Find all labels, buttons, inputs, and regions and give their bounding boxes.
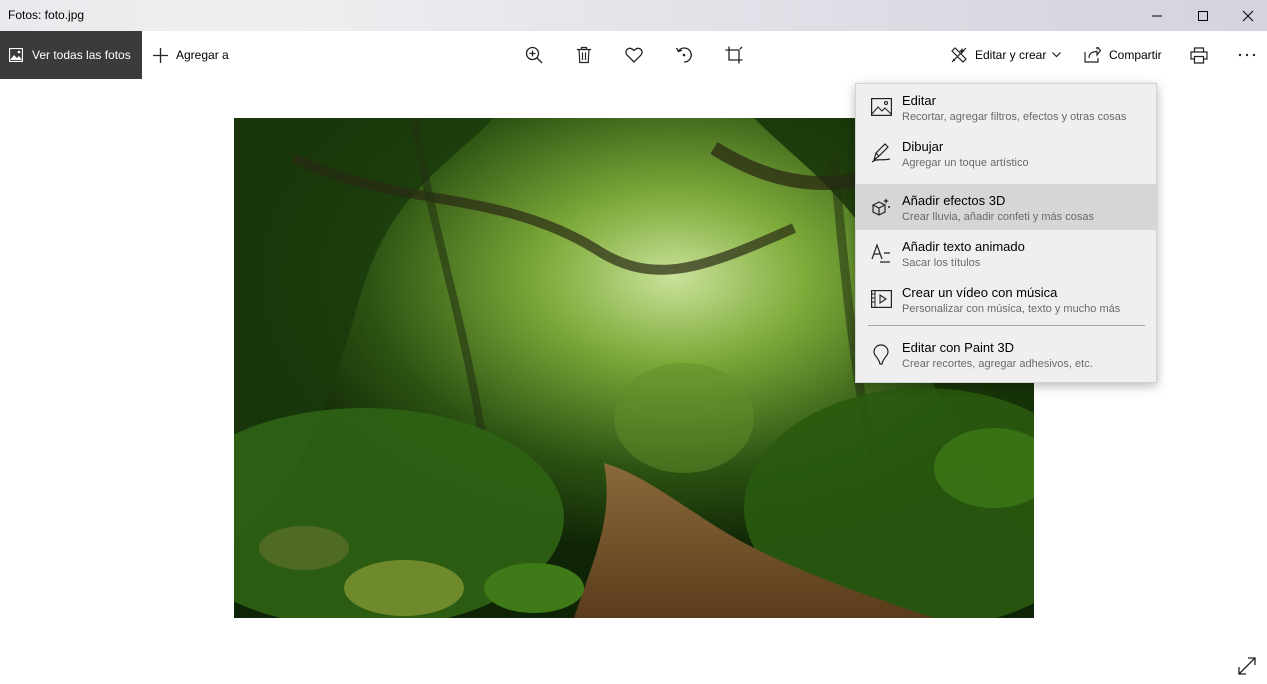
close-icon [1242,10,1254,21]
maximize-button[interactable] [1180,0,1226,31]
menu-item-subtitle: Crear recortes, agregar adhesivos, etc. [902,358,1093,370]
crop-button[interactable] [722,43,746,67]
share-label: Compartir [1109,48,1162,62]
minimize-button[interactable] [1134,0,1180,31]
minimize-icon [1152,15,1162,16]
menu-item-video-music[interactable]: Crear un vídeo con música Personalizar c… [856,276,1156,322]
menu-item-draw[interactable]: Dibujar Agregar un toque artístico [856,130,1156,176]
print-button[interactable] [1187,43,1211,67]
edit-create-label: Editar y crear [975,48,1047,62]
share-button[interactable]: Compartir [1084,31,1162,79]
view-all-photos-button[interactable]: Ver todas las fotos [0,31,142,79]
menu-item-title: Dibujar [902,139,944,154]
menu-item-paint-3d[interactable]: Editar con Paint 3D Crear recortes, agre… [856,331,1156,377]
delete-button[interactable] [572,43,596,67]
menu-item-title: Editar con Paint 3D [902,340,1015,355]
crop-icon [725,46,743,64]
menu-item-3d-effects[interactable]: Añadir efectos 3D Crear lluvia, añadir c… [856,184,1156,230]
delete-icon [577,46,591,64]
menu-item-subtitle: Recortar, agregar filtros, efectos y otr… [902,111,1127,123]
draw-pen-icon [869,141,893,165]
edit-create-menu: Editar Recortar, agregar filtros, efecto… [855,83,1157,383]
menu-item-title: Editar [902,93,936,108]
menu-item-subtitle: Agregar un toque artístico [902,157,1029,169]
window-title: Fotos: foto.jpg [8,8,85,22]
view-all-photos-label: Ver todas las fotos [32,48,131,62]
paint-3d-icon [869,342,893,366]
edit-image-icon [869,95,893,119]
zoom-in-icon [525,46,543,64]
menu-divider [868,325,1145,326]
more-icon [1238,53,1256,57]
title-bar: Fotos: foto.jpg [0,0,1267,31]
edit-create-icon [951,47,967,63]
close-button[interactable] [1225,0,1267,31]
edit-create-button[interactable]: Editar y crear [950,31,1062,79]
menu-item-title: Añadir efectos 3D [902,193,1006,208]
expand-icon [1238,657,1256,675]
toolbar: Ver todas las fotos Agregar a Editar y c… [0,31,1267,79]
menu-item-subtitle: Personalizar con música, texto y mucho m… [902,303,1121,315]
print-icon [1190,46,1208,64]
plus-icon [153,47,168,63]
video-music-icon [869,287,893,311]
share-icon [1084,47,1101,63]
maximize-icon [1198,10,1208,21]
zoom-button[interactable] [522,43,546,67]
menu-item-title: Crear un vídeo con música [902,285,1058,300]
add-to-button[interactable]: Agregar a [152,31,229,79]
add-to-label: Agregar a [176,48,229,62]
menu-item-edit[interactable]: Editar Recortar, agregar filtros, efecto… [856,84,1156,130]
favorite-button[interactable] [622,43,646,67]
favorite-icon [625,47,643,63]
chevron-down-icon [1052,52,1062,58]
rotate-icon [675,47,692,63]
menu-item-animated-text[interactable]: Añadir texto animado Sacar los títulos [856,230,1156,276]
rotate-button[interactable] [672,43,696,67]
effects-3d-icon [869,195,893,219]
menu-item-subtitle: Crear lluvia, añadir confeti y más cosas [902,211,1094,223]
animated-text-icon [869,241,893,265]
photos-icon [9,48,23,62]
menu-item-title: Añadir texto animado [902,239,1025,254]
menu-item-subtitle: Sacar los títulos [902,257,981,269]
fullscreen-button[interactable] [1236,655,1258,677]
more-button[interactable] [1235,43,1259,67]
